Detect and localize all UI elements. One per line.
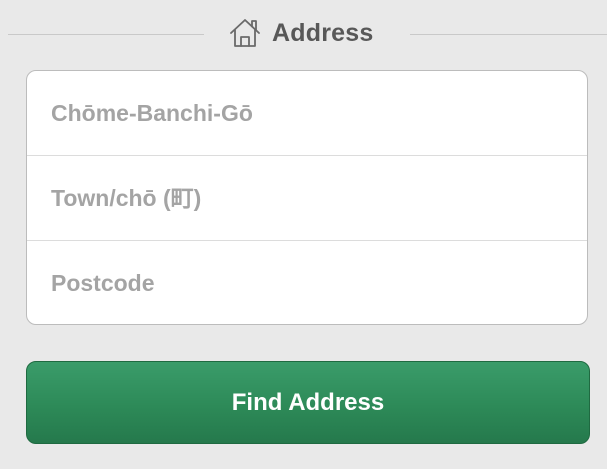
header-divider-right	[410, 34, 607, 35]
section-title: Address	[272, 18, 374, 47]
header-title-group: Address	[228, 16, 373, 50]
house-icon	[230, 19, 260, 47]
town-cho-input[interactable]	[27, 156, 587, 240]
form-row-chome	[27, 71, 587, 156]
form-row-postcode	[27, 241, 587, 324]
form-row-town	[27, 156, 587, 241]
address-form-card	[26, 70, 588, 325]
header-divider-left	[8, 34, 204, 35]
section-header: Address	[0, 14, 607, 54]
chome-banchi-go-input[interactable]	[27, 71, 587, 155]
find-address-button[interactable]: Find Address	[26, 361, 590, 444]
postcode-input[interactable]	[27, 241, 587, 324]
